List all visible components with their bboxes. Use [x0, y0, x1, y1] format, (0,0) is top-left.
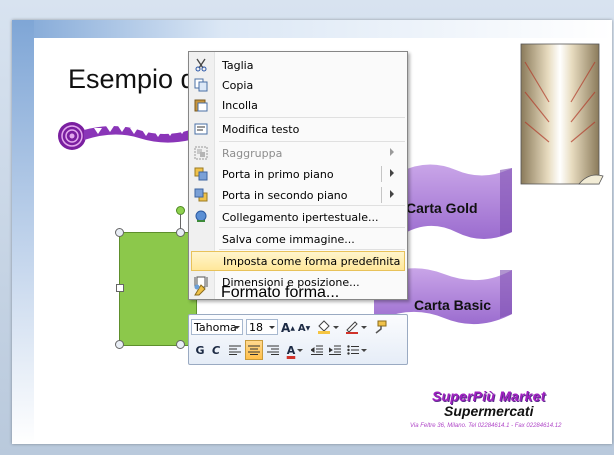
menu-item-taglia[interactable]: Taglia — [190, 55, 406, 75]
bold-button[interactable]: G — [193, 341, 207, 359]
submenu-arrow-icon[interactable] — [390, 169, 394, 177]
menu-item-collegamento[interactable]: Collegamento ipertestuale... — [190, 207, 406, 227]
send-backward-icon — [193, 187, 209, 203]
italic-button[interactable]: C — [209, 341, 223, 359]
supermarket-logo: SuperPiù Market Supermercati — [432, 388, 545, 419]
spiral-wave-shape[interactable] — [54, 116, 194, 156]
menu-item-copia[interactable]: Copia — [190, 75, 406, 95]
selected-rectangle-shape[interactable] — [119, 232, 197, 346]
chevron-down-icon — [269, 326, 275, 329]
copy-icon — [193, 77, 209, 93]
submenu-arrow-icon[interactable] — [390, 190, 394, 198]
menu-separator — [219, 249, 405, 250]
align-center-button[interactable] — [245, 340, 263, 360]
font-color-button[interactable]: A — [283, 341, 307, 359]
format-painter-icon — [375, 320, 387, 334]
font-size-combo[interactable]: 18 — [246, 319, 278, 335]
carta-gold-label: Carta Gold — [406, 200, 478, 216]
menu-item-porta-secondo-piano[interactable]: Porta in secondo piano — [190, 185, 406, 205]
submenu-arrow-icon — [390, 148, 394, 156]
bullet-list-icon — [347, 345, 359, 355]
scissors-icon — [193, 57, 209, 73]
hyperlink-icon — [193, 209, 209, 225]
increase-indent-icon — [329, 345, 341, 355]
menu-item-label: Copia — [222, 79, 254, 92]
menu-item-porta-primo-piano[interactable]: Porta in primo piano — [190, 164, 406, 184]
bring-forward-icon — [193, 166, 209, 182]
decrease-indent-button[interactable] — [309, 341, 325, 359]
menu-item-label: Salva come immagine... — [222, 233, 355, 246]
market-subtitle: Supermercati — [444, 403, 534, 419]
align-center-icon — [248, 345, 260, 355]
align-right-icon — [267, 345, 279, 355]
grow-font-button[interactable]: A ▲ — [281, 319, 295, 337]
slide-left-band — [12, 20, 34, 444]
format-shape-icon — [192, 282, 208, 298]
context-menu: Taglia Copia Incolla Modifica testo Ragg… — [188, 51, 408, 300]
increase-indent-button[interactable] — [327, 341, 343, 359]
resize-handle-n[interactable] — [176, 228, 185, 237]
paste-icon — [193, 97, 209, 113]
menu-separator — [219, 205, 405, 206]
menu-item-formato-forma[interactable]: Formato forma... — [189, 280, 405, 301]
market-name: SuperPiù Market — [432, 388, 546, 404]
menu-separator — [219, 141, 405, 142]
menu-item-label: Raggruppa — [222, 147, 283, 160]
resize-handle-s[interactable] — [176, 340, 185, 349]
font-color-icon: A — [286, 343, 296, 357]
menu-item-incolla[interactable]: Incolla — [190, 95, 406, 115]
menu-item-label: Porta in secondo piano — [222, 189, 348, 202]
menu-item-salva-immagine[interactable]: Salva come immagine... — [190, 229, 406, 249]
menu-item-label: Formato forma... — [221, 284, 340, 301]
fill-bucket-icon — [318, 320, 330, 334]
menu-item-label: Collegamento ipertestuale... — [222, 211, 379, 224]
slide-top-band — [12, 20, 612, 38]
decrease-indent-icon — [311, 345, 323, 355]
menu-item-modifica-testo[interactable]: Modifica testo — [190, 119, 406, 139]
menu-separator — [219, 117, 405, 118]
menu-item-label: Incolla — [222, 99, 258, 112]
align-left-button[interactable] — [227, 341, 243, 359]
submenu-split-divider — [381, 166, 382, 182]
resize-handle-nw[interactable] — [115, 228, 124, 237]
slide-title[interactable]: Esempio d — [68, 64, 196, 95]
edit-text-icon — [193, 121, 209, 137]
menu-item-label: Porta in primo piano — [222, 168, 334, 181]
font-size-value: 18 — [249, 321, 263, 334]
mini-toolbar: Tahoma 18 A ▲ A ▼ G C A — [188, 314, 408, 365]
line-color-button[interactable] — [343, 318, 369, 336]
menu-separator — [219, 227, 405, 228]
format-painter-button[interactable] — [371, 318, 389, 336]
shrink-font-button[interactable]: A ▼ — [297, 319, 311, 337]
menu-item-raggruppa[interactable]: Raggruppa — [190, 143, 406, 163]
font-name-value: Tahoma — [194, 321, 237, 334]
menu-item-imposta-forma-predefinita[interactable]: Imposta come forma predefinita — [191, 251, 405, 271]
menu-item-label: Imposta come forma predefinita — [223, 255, 401, 268]
align-right-button[interactable] — [265, 341, 281, 359]
font-name-combo[interactable]: Tahoma — [191, 319, 243, 335]
submenu-split-divider — [381, 187, 382, 203]
group-icon — [193, 145, 209, 161]
pen-icon — [346, 321, 358, 334]
chevron-down-icon — [234, 326, 240, 329]
resize-handle-w[interactable] — [116, 284, 124, 292]
menu-item-label: Modifica testo — [222, 123, 300, 136]
fill-color-button[interactable] — [315, 318, 341, 336]
bullets-button[interactable] — [345, 341, 369, 359]
align-left-icon — [229, 345, 241, 355]
resize-handle-sw[interactable] — [115, 340, 124, 349]
supermarket-photo[interactable] — [519, 42, 605, 194]
carta-basic-label: Carta Basic — [414, 297, 492, 313]
market-address: Via Feltre 36, Milano. Tel 02284614.1 - … — [410, 423, 562, 429]
menu-item-label: Taglia — [222, 59, 254, 72]
